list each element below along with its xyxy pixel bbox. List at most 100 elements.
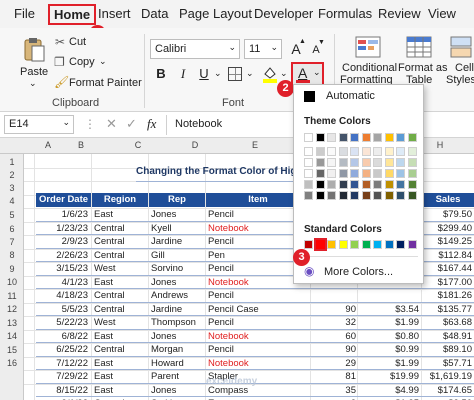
font-name-combo[interactable]: Calibri ⌄	[150, 39, 240, 59]
cell-rep[interactable]: Sorvino	[151, 262, 205, 275]
cell-region[interactable]: Central	[94, 249, 148, 262]
theme-color-swatch[interactable]	[407, 169, 417, 178]
cell-sales[interactable]: $112.84	[422, 249, 472, 262]
row-header[interactable]: 8	[0, 250, 24, 260]
theme-color-swatch[interactable]	[304, 191, 313, 200]
cell-sales[interactable]: $167.44	[422, 262, 472, 275]
theme-color-swatch[interactable]	[350, 169, 359, 178]
row-header[interactable]: 10	[0, 277, 24, 287]
theme-color-swatch[interactable]	[407, 180, 417, 189]
column-header[interactable]: H	[430, 140, 450, 150]
theme-color-swatch[interactable]	[327, 191, 336, 200]
cell-rep[interactable]: Jardine	[151, 303, 205, 316]
menu-review[interactable]: Review	[378, 6, 421, 21]
cell-region[interactable]: East	[94, 208, 148, 221]
theme-color-swatch[interactable]	[361, 169, 371, 178]
theme-color-swatch[interactable]	[384, 147, 394, 156]
cell-date[interactable]: 4/1/23	[36, 276, 88, 289]
cell-rep[interactable]: Gill	[151, 249, 205, 262]
column-header[interactable]: B	[71, 140, 91, 150]
format-as-table-label[interactable]: Format as	[398, 62, 448, 74]
paste-icon[interactable]	[22, 36, 46, 64]
row-header[interactable]: 6	[0, 224, 24, 234]
cell-rep[interactable]: Morgan	[151, 343, 205, 356]
standard-color-swatch[interactable]	[338, 240, 348, 249]
cell-sales[interactable]: $1,619.19	[422, 370, 472, 383]
cell-rep[interactable]: Howard	[151, 357, 205, 370]
theme-color-swatch[interactable]	[338, 169, 348, 178]
cut-label[interactable]: Cut	[69, 36, 86, 48]
row-header[interactable]: 5	[0, 210, 24, 220]
standard-color-swatch[interactable]	[361, 240, 371, 249]
theme-color-swatch[interactable]	[384, 169, 394, 178]
more-colors-option[interactable]: More Colors...	[324, 266, 393, 278]
cell-date[interactable]: 8/15/22	[36, 384, 88, 397]
theme-color-swatch[interactable]	[384, 191, 394, 200]
menu-file[interactable]: File	[14, 6, 35, 21]
theme-color-swatch[interactable]	[338, 158, 348, 167]
format-as-table-icon[interactable]	[406, 36, 432, 58]
formula-content[interactable]: Notebook	[175, 118, 222, 130]
theme-color-swatch[interactable]	[396, 180, 405, 189]
cell-units[interactable]: 29	[311, 357, 356, 370]
cell-rep[interactable]: Kyell	[151, 222, 205, 235]
row-header[interactable]: 9	[0, 264, 24, 274]
theme-color-swatch[interactable]	[350, 158, 359, 167]
cell-styles-label[interactable]: Cell	[455, 62, 474, 74]
column-header[interactable]: D	[185, 140, 205, 150]
row-header[interactable]: 13	[0, 318, 24, 328]
cell-styles-icon[interactable]	[450, 36, 472, 58]
fill-chevron-icon[interactable]: ⌄	[280, 68, 288, 79]
theme-color-swatch[interactable]	[396, 191, 405, 200]
cancel-entry-icon[interactable]: ✕	[106, 116, 117, 132]
cell-units[interactable]: 90	[311, 343, 356, 356]
cell-region[interactable]: Central	[94, 235, 148, 248]
cell-rep[interactable]: Jones	[151, 384, 205, 397]
cell-units[interactable]: 35	[311, 384, 356, 397]
cell-styles-label-2[interactable]: Styles	[446, 74, 474, 86]
menu-view[interactable]: View	[428, 6, 456, 21]
theme-color-swatch[interactable]	[338, 191, 348, 200]
cell-item[interactable]: Pencil	[208, 343, 308, 356]
cell-date[interactable]: 6/8/22	[36, 330, 88, 343]
cell-region[interactable]: West	[94, 262, 148, 275]
cell-cost[interactable]: $19.99	[359, 370, 419, 383]
cell-date[interactable]: 1/23/23	[36, 222, 88, 235]
cell-date[interactable]: 3/15/23	[36, 262, 88, 275]
cell-region[interactable]: East	[94, 384, 148, 397]
theme-color-swatch[interactable]	[361, 191, 371, 200]
menu-formulas[interactable]: Formulas	[318, 6, 372, 21]
cell-sales[interactable]: $89.10	[422, 343, 472, 356]
row-header[interactable]: 2	[0, 170, 24, 180]
cell-rep[interactable]: Jones	[151, 208, 205, 221]
cell-sales[interactable]: $63.68	[422, 316, 472, 329]
theme-color-swatch[interactable]	[315, 169, 325, 178]
cell-date[interactable]: 6/25/22	[36, 343, 88, 356]
menu-data[interactable]: Data	[141, 6, 168, 21]
standard-color-swatch[interactable]	[407, 240, 417, 249]
standard-color-swatch[interactable]	[327, 240, 336, 249]
theme-color-swatch[interactable]	[315, 133, 325, 142]
cell-units[interactable]: 32	[311, 316, 356, 329]
cell-rep[interactable]: Jones	[151, 330, 205, 343]
automatic-swatch[interactable]	[304, 91, 315, 102]
theme-color-swatch[interactable]	[396, 169, 405, 178]
row-header[interactable]: 4	[0, 196, 24, 206]
column-header[interactable]: E	[245, 140, 265, 150]
cell-item[interactable]: Notebook	[208, 330, 308, 343]
cell-region[interactable]: Central	[94, 343, 148, 356]
name-box[interactable]: E14 ⌄	[4, 115, 74, 134]
theme-color-swatch[interactable]	[304, 169, 313, 178]
theme-color-swatch[interactable]	[338, 147, 348, 156]
cell-item[interactable]: Notebook	[208, 357, 308, 370]
cell-sales[interactable]: $299.40	[422, 222, 472, 235]
fill-color-icon[interactable]	[262, 65, 278, 83]
theme-color-swatch[interactable]	[384, 158, 394, 167]
theme-color-swatch[interactable]	[373, 191, 382, 200]
font-color-button[interactable]: A ⌄	[291, 62, 324, 86]
conditional-formatting-label[interactable]: Conditional	[342, 62, 397, 74]
cell-region[interactable]: Central	[94, 303, 148, 316]
column-header[interactable]: A	[38, 140, 58, 150]
cell-region[interactable]: East	[94, 370, 148, 383]
cell-cost[interactable]: $0.99	[359, 343, 419, 356]
